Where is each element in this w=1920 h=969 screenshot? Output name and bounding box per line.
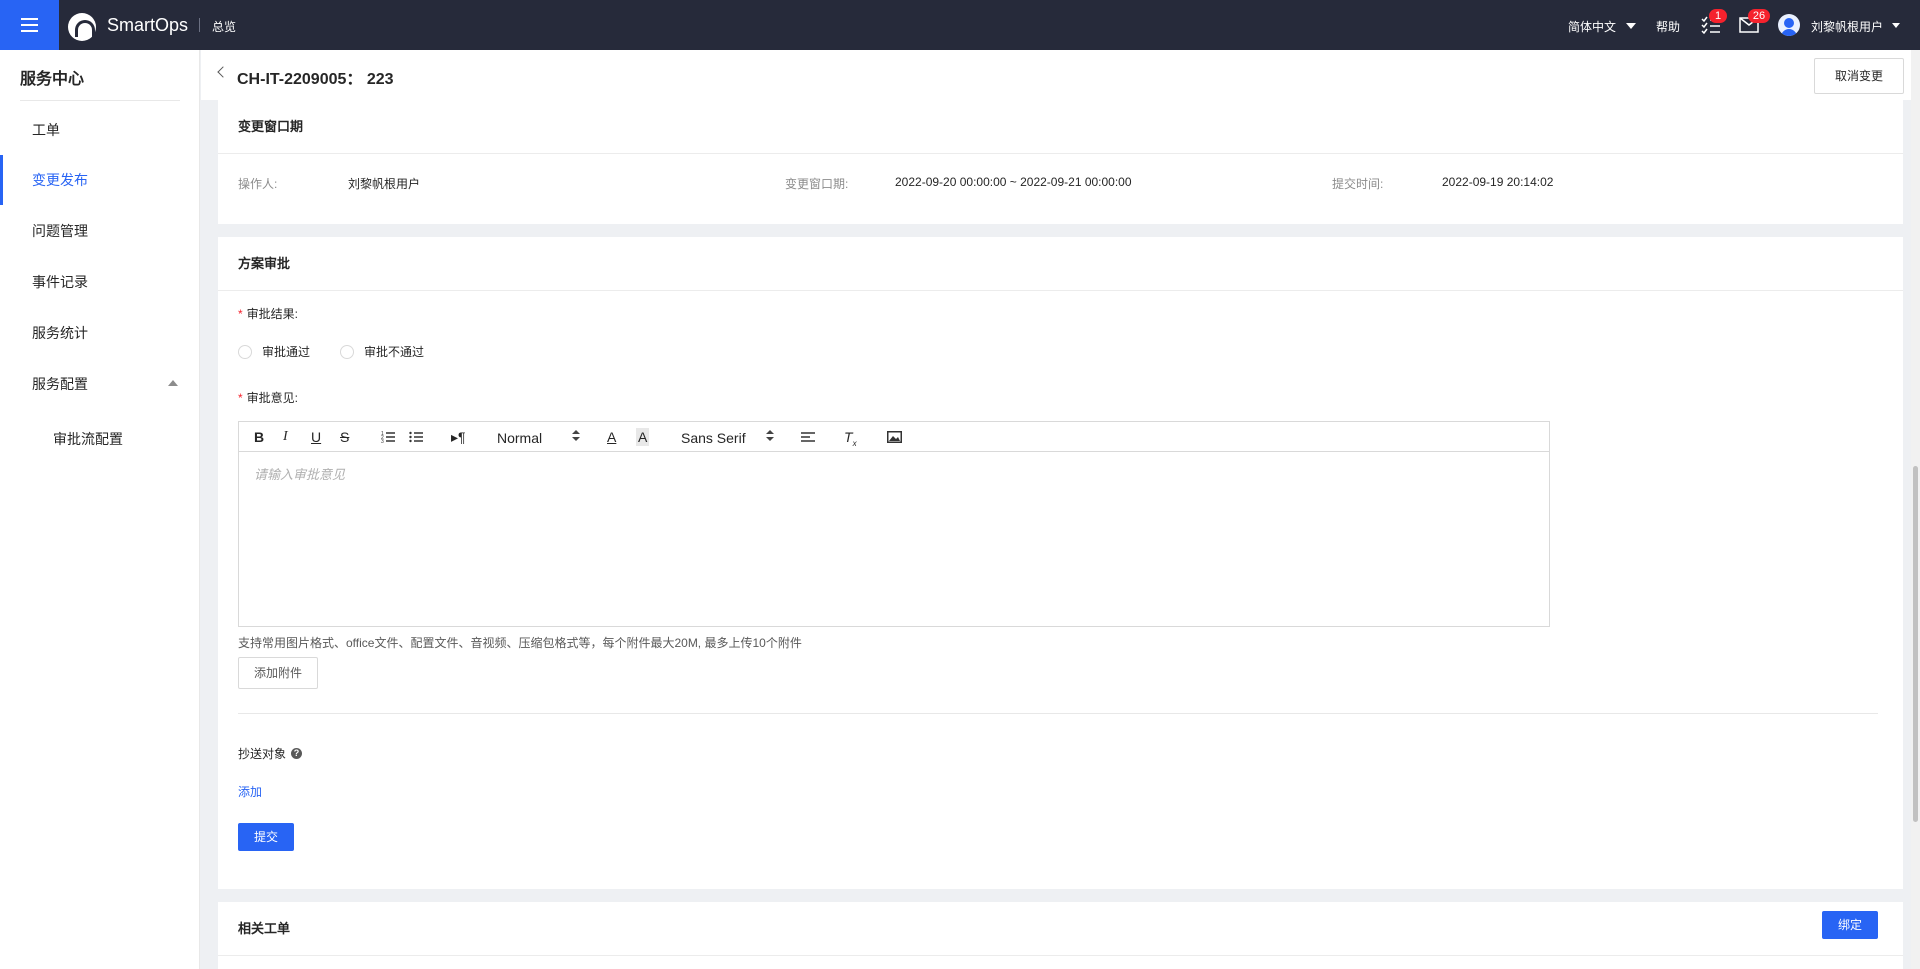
question-icon[interactable]: ? xyxy=(291,748,303,759)
submit-time-label: 提交时间: xyxy=(1332,177,1384,191)
top-navigation-bar: SmartOps 总览 简体中文 帮助 1 26 刘黎帆根用户 xyxy=(0,0,1920,50)
rich-text-editor: B I U S 123 ▸¶ Normal A A Sans Serif Tx xyxy=(238,421,1550,627)
sidebar-item-service-statistics[interactable]: 服务统计 xyxy=(0,308,200,358)
underline-icon[interactable]: U xyxy=(311,428,321,446)
hamburger-icon xyxy=(21,24,38,26)
bold-icon[interactable]: B xyxy=(254,428,264,446)
sidebar-item-event-records[interactable]: 事件记录 xyxy=(0,257,200,307)
sidebar: 服务中心 工单 变更发布 问题管理 事件记录 服务统计 服务配置 审批流配置 xyxy=(0,50,200,969)
add-attachment-button[interactable]: 添加附件 xyxy=(238,657,318,689)
operator-label: 操作人: xyxy=(238,177,278,191)
editor-toolbar: B I U S 123 ▸¶ Normal A A Sans Serif Tx xyxy=(239,422,1549,452)
label-text: 审批意见: xyxy=(246,391,299,405)
window-value: 2022-09-20 00:00:00 ~ 2022-09-21 00:00:0… xyxy=(895,175,1132,189)
select-arrows-icon[interactable] xyxy=(766,429,774,443)
sidebar-item-tickets[interactable]: 工单 xyxy=(0,105,200,155)
font-family-select[interactable]: Sans Serif xyxy=(681,429,746,447)
menu-toggle-button[interactable] xyxy=(0,0,59,50)
operator-value: 刘黎帆根用户 xyxy=(348,177,421,191)
heading-select[interactable]: Normal xyxy=(497,429,542,447)
help-link[interactable]: 帮助 xyxy=(1656,18,1680,35)
svg-text:3: 3 xyxy=(381,439,384,445)
clear-format-icon[interactable]: Tx xyxy=(844,428,857,448)
font-color-icon[interactable]: A xyxy=(607,428,616,446)
sidebar-item-service-config[interactable]: 服务配置 xyxy=(0,359,200,409)
bullet-list-icon[interactable] xyxy=(409,428,423,446)
sidebar-item-problem-management[interactable]: 问题管理 xyxy=(0,206,200,256)
radio-circle[interactable] xyxy=(238,344,252,359)
scrollbar-thumb[interactable] xyxy=(1913,466,1918,822)
smartops-logo-icon[interactable] xyxy=(68,13,96,41)
align-left-icon[interactable] xyxy=(801,428,815,446)
submit-button[interactable]: 提交 xyxy=(238,823,294,851)
sidebar-divider xyxy=(20,100,180,101)
caret-down-icon[interactable] xyxy=(1892,23,1900,28)
cc-target-label: 抄送对象 ? xyxy=(238,745,303,762)
text-direction-icon[interactable]: ▸¶ xyxy=(451,428,466,446)
image-icon[interactable] xyxy=(887,428,902,446)
sidebar-title: 服务中心 xyxy=(20,71,85,88)
approval-opinion-label: * 审批意见: xyxy=(238,389,298,406)
sidebar-item-label: 服务配置 xyxy=(32,376,88,392)
window-label: 变更窗口期: xyxy=(785,177,849,191)
attachment-hint: 支持常用图片格式、office文件、配置文件、音视频、压缩包格式等，每个附件最大… xyxy=(238,636,802,650)
approval-result-group: 审批通过 审批不通过 xyxy=(238,343,638,359)
cancel-change-button[interactable]: 取消变更 xyxy=(1814,58,1904,94)
brand-divider xyxy=(199,18,200,32)
radio-circle[interactable] xyxy=(340,344,354,359)
ordered-list-icon[interactable]: 123 xyxy=(381,428,395,446)
overview-link[interactable]: 总览 xyxy=(212,18,236,35)
card-title: 方案审批 xyxy=(218,237,1903,291)
add-cc-link[interactable]: 添加 xyxy=(238,783,262,800)
bind-button[interactable]: 绑定 xyxy=(1822,911,1878,939)
todo-count-badge: 1 xyxy=(1709,9,1727,23)
back-chevron-icon[interactable] xyxy=(217,66,229,78)
caret-down-icon[interactable] xyxy=(1626,23,1636,29)
related-tickets-card: 相关工单 绑定 xyxy=(218,902,1903,969)
change-window-card: 变更窗口期 操作人: 刘黎帆根用户 变更窗口期: 2022-09-20 00:0… xyxy=(218,100,1903,224)
sidebar-subitem-approval-flow[interactable]: 审批流配置 xyxy=(0,414,200,464)
background-color-icon[interactable]: A xyxy=(636,428,650,446)
editor-input-area[interactable]: 请输入审批意见 xyxy=(239,452,1549,626)
label-text: 审批结果: xyxy=(246,307,299,321)
required-marker: * xyxy=(238,307,243,321)
select-arrows-icon[interactable] xyxy=(572,429,580,443)
strikethrough-icon[interactable]: S xyxy=(340,428,349,446)
required-marker: * xyxy=(238,391,243,405)
caret-up-icon[interactable] xyxy=(168,380,178,386)
user-name[interactable]: 刘黎帆根用户 xyxy=(1811,18,1883,35)
page-title: CH-IT-2209005： 223 xyxy=(237,71,394,88)
radio-approve[interactable]: 审批通过 xyxy=(238,343,310,360)
submit-time-value: 2022-09-19 20:14:02 xyxy=(1442,175,1554,189)
approval-result-label: * 审批结果: xyxy=(238,305,298,322)
radio-label[interactable]: 审批通过 xyxy=(262,343,310,360)
sidebar-item-change-release[interactable]: 变更发布 xyxy=(0,155,200,205)
label-text: 抄送对象 xyxy=(238,747,287,761)
radio-label[interactable]: 审批不通过 xyxy=(364,343,424,360)
brand-name[interactable]: SmartOps xyxy=(107,15,188,36)
card-title: 相关工单 xyxy=(218,902,1903,956)
section-divider xyxy=(238,713,1878,714)
page-header: CH-IT-2209005： 223 取消变更 xyxy=(201,50,1920,100)
radio-reject[interactable]: 审批不通过 xyxy=(340,343,424,360)
approval-card: 方案审批 * 审批结果: 审批通过 审批不通过 * 审批意见: B I U S 12… xyxy=(218,237,1903,889)
language-selector[interactable]: 简体中文 xyxy=(1568,18,1616,35)
user-avatar[interactable] xyxy=(1778,14,1800,36)
card-title: 变更窗口期 xyxy=(218,100,1903,154)
italic-icon[interactable]: I xyxy=(283,428,288,446)
mail-count-badge: 26 xyxy=(1748,9,1770,23)
